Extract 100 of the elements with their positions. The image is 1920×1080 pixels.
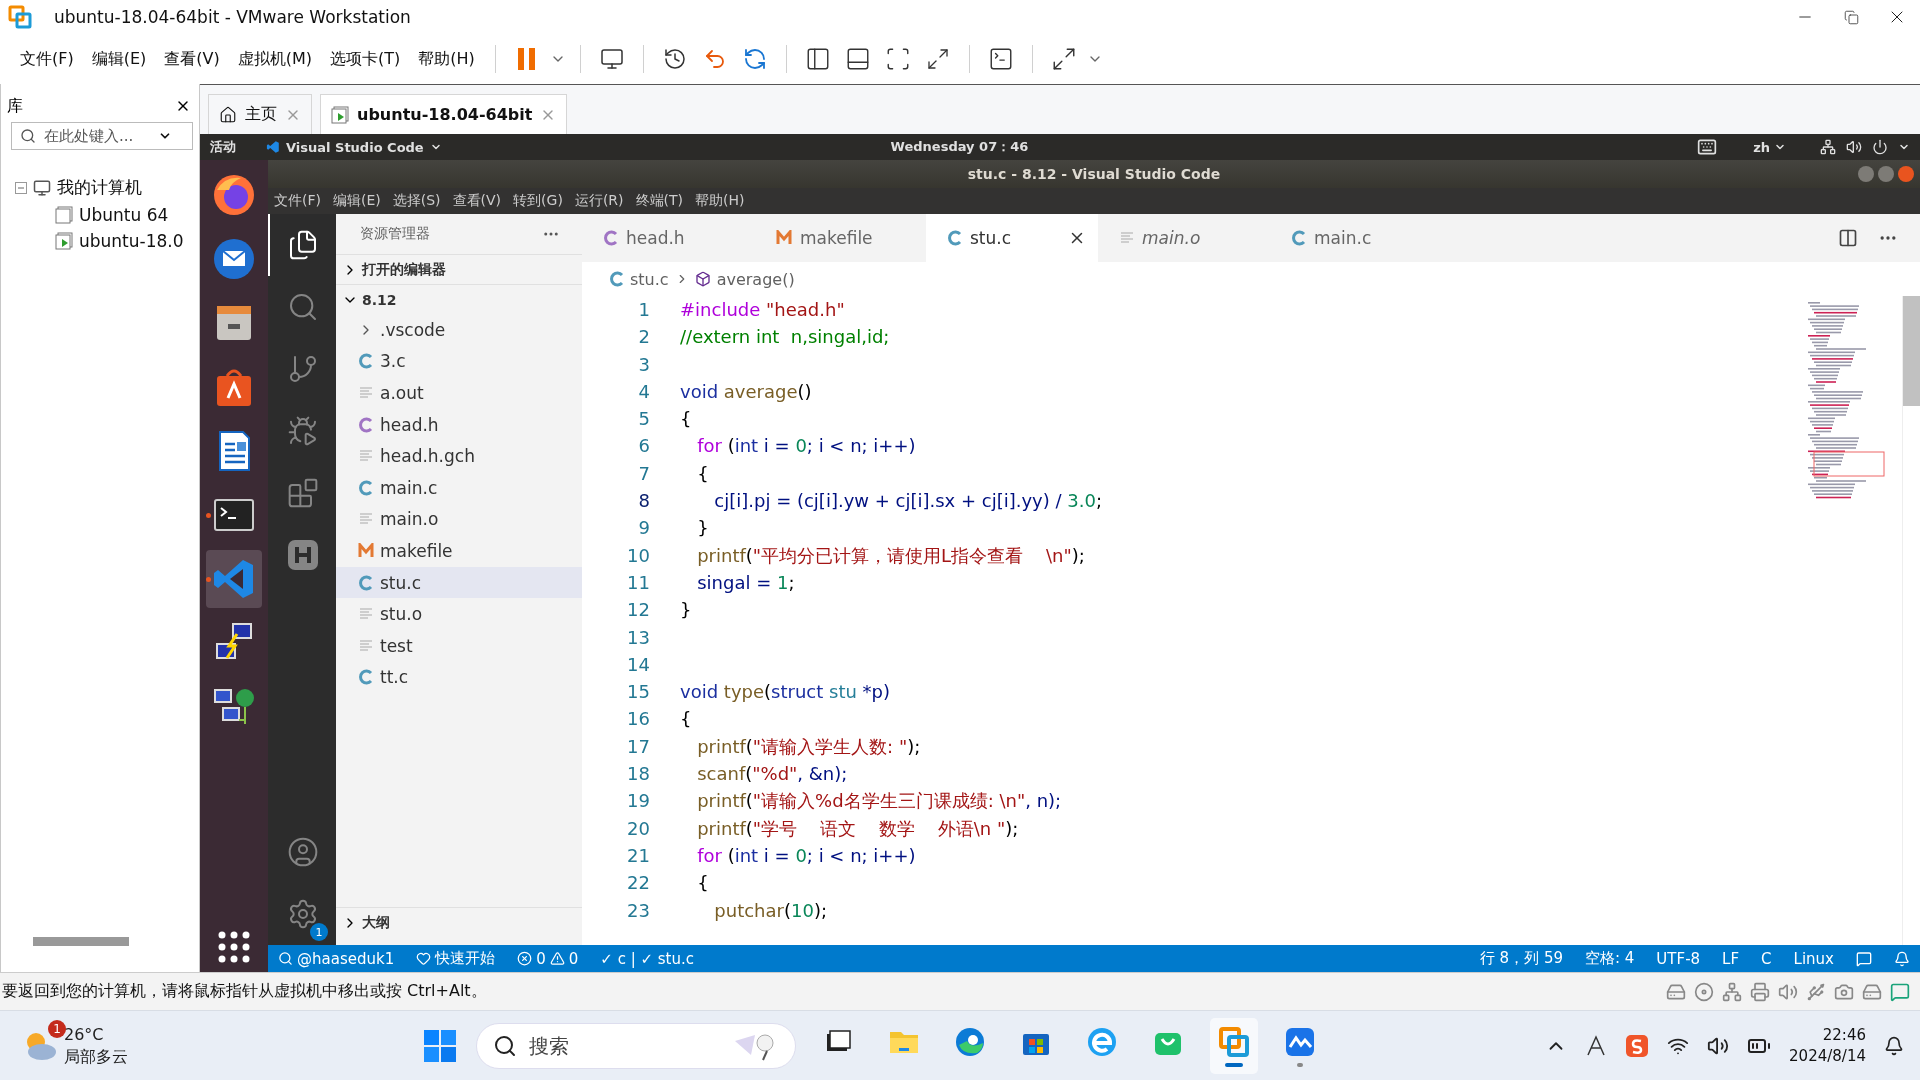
clock[interactable]: 22:46 2024/8/14	[1789, 1024, 1866, 1067]
file-item[interactable]: head.h	[336, 408, 582, 441]
status-item[interactable]: LF	[1722, 949, 1740, 968]
menu-item[interactable]: 编辑(E)	[327, 192, 387, 210]
account-status[interactable]: @haaseduk1	[278, 949, 395, 968]
vmware-icon[interactable]	[1217, 1024, 1251, 1059]
tree-item[interactable]: 我的计算机	[57, 176, 142, 199]
menu-item[interactable]: 虚拟机(M)	[231, 44, 318, 74]
apps-grid-icon[interactable]	[217, 930, 251, 964]
extensions-icon[interactable]	[287, 477, 319, 509]
input-method-icon[interactable]	[1625, 1033, 1650, 1058]
notifications-icon[interactable]	[1884, 1035, 1904, 1056]
clock[interactable]: Wednesday 07：46	[890, 138, 1029, 156]
tree-item[interactable]: Ubuntu 64	[79, 205, 169, 225]
quick-start-status[interactable]: 快速开始	[416, 949, 496, 968]
collapse-toggle[interactable]	[15, 181, 27, 194]
file-item[interactable]: main.o	[336, 503, 582, 536]
network-adapter-icon[interactable]	[1722, 981, 1742, 1002]
maximize-button[interactable]	[1878, 166, 1894, 182]
run-debug-icon[interactable]	[287, 415, 319, 447]
font-icon[interactable]	[1585, 1034, 1608, 1057]
menu-item[interactable]: 文件(F)	[14, 44, 80, 74]
settings-icon[interactable]	[287, 898, 319, 930]
status-item[interactable]: 行 8，列 59	[1479, 949, 1563, 968]
status-item[interactable]: 空格: 4	[1585, 949, 1635, 968]
firefox-icon[interactable]	[211, 172, 257, 218]
tab[interactable]: 主页	[208, 94, 312, 134]
file-item[interactable]: main.c	[336, 471, 582, 504]
scrollbar-thumb[interactable]	[1903, 296, 1920, 406]
app-menu[interactable]: Visual Studio Code	[286, 139, 424, 155]
file-item[interactable]: tt.c	[336, 661, 582, 694]
file-item[interactable]: test	[336, 629, 582, 662]
line-number: 19	[627, 789, 650, 814]
status-item[interactable]: UTF-8	[1656, 949, 1701, 968]
mail-app-icon[interactable]	[211, 236, 257, 282]
tab[interactable]: ubuntu-18.04-64bit	[320, 94, 568, 134]
file-item[interactable]: head.h.gch	[336, 440, 582, 472]
file-item[interactable]: stu.o	[336, 598, 582, 630]
message-icon[interactable]	[1890, 981, 1910, 1002]
text-file-icon	[359, 386, 373, 400]
search-field[interactable]: 在此处键入...	[11, 122, 193, 150]
close-button[interactable]	[1898, 166, 1914, 182]
source-control-icon[interactable]	[287, 353, 319, 385]
split-editor-icon[interactable]	[1838, 228, 1858, 248]
line-number: 6	[638, 434, 650, 459]
volume-icon[interactable]	[1846, 139, 1862, 155]
network-icon[interactable]	[1820, 139, 1836, 155]
file-item[interactable]: makefile	[336, 535, 582, 567]
search-icon[interactable]	[287, 291, 319, 323]
breadcrumb-item[interactable]: average()	[716, 269, 795, 289]
input-method[interactable]: zh	[1753, 139, 1770, 155]
usb-icon[interactable]	[1806, 981, 1826, 1002]
pause-icon[interactable]	[515, 47, 538, 71]
minimize-button[interactable]	[1858, 166, 1874, 182]
scrollbar-thumb[interactable]	[33, 936, 129, 946]
disc-icon[interactable]	[1694, 981, 1714, 1002]
account-icon[interactable]	[287, 836, 319, 868]
sound-icon[interactable]	[1778, 981, 1798, 1002]
keyboard-icon[interactable]	[1697, 137, 1718, 157]
printer-icon[interactable]	[1750, 981, 1770, 1002]
menu-item[interactable]: 文件(F)	[268, 192, 327, 210]
code-line: //extern int n,singal,id;	[680, 325, 890, 350]
line-number: 16	[627, 707, 650, 732]
file-item[interactable]: a.out	[336, 377, 582, 409]
restore-icon[interactable]	[1843, 9, 1859, 25]
code-line: printf("请输入学生人数: ");	[696, 734, 921, 759]
activities-button[interactable]: 活动	[210, 138, 266, 156]
breadcrumb-item[interactable]: stu.c	[630, 269, 669, 289]
menu-item[interactable]: 查看(V)	[446, 192, 508, 210]
feedback-icon[interactable]	[1856, 950, 1872, 967]
file-item[interactable]: stu.c	[336, 566, 582, 599]
explorer-icon[interactable]	[287, 229, 319, 261]
menu-item[interactable]: 终端(T)	[629, 192, 689, 210]
menu-item[interactable]: 转到(G)	[507, 192, 569, 210]
file-item[interactable]: 3.c	[336, 345, 582, 378]
editor-tab[interactable]: stu.c	[926, 214, 1098, 262]
status-item[interactable]: ✓ c | ✓ stu.c	[600, 949, 695, 968]
c-file-icon	[359, 669, 373, 686]
menu-item[interactable]: 选择(S)	[386, 192, 447, 210]
menu-item[interactable]: 编辑(E)	[85, 44, 153, 74]
tree-item[interactable]: ubuntu-18.0	[79, 231, 184, 251]
power-icon[interactable]	[1872, 139, 1888, 155]
menu-item[interactable]: 选项卡(T)	[324, 44, 407, 74]
line-number: 3	[638, 352, 650, 377]
h-extension-icon[interactable]	[287, 539, 319, 571]
header-file-icon	[604, 230, 618, 246]
menu-item[interactable]: 帮助(H)	[689, 192, 751, 210]
problems-status[interactable]: 0 0	[517, 949, 579, 968]
notification-badge: 1	[48, 1019, 66, 1038]
text-file-icon	[359, 638, 373, 653]
status-item[interactable]: Linux	[1793, 949, 1834, 968]
start-icon[interactable]	[422, 1027, 458, 1064]
file-item[interactable]: .vscode	[336, 314, 582, 346]
line-number: 11	[627, 570, 650, 595]
search-field[interactable]: 搜索	[476, 1022, 796, 1069]
menu-item[interactable]: 查看(V)	[158, 44, 226, 74]
menu-item[interactable]: 运行(R)	[568, 192, 630, 210]
status-item[interactable]: C	[1761, 949, 1772, 968]
search-input[interactable]: 在此处键入...	[42, 126, 152, 146]
menu-item[interactable]: 帮助(H)	[412, 44, 481, 74]
